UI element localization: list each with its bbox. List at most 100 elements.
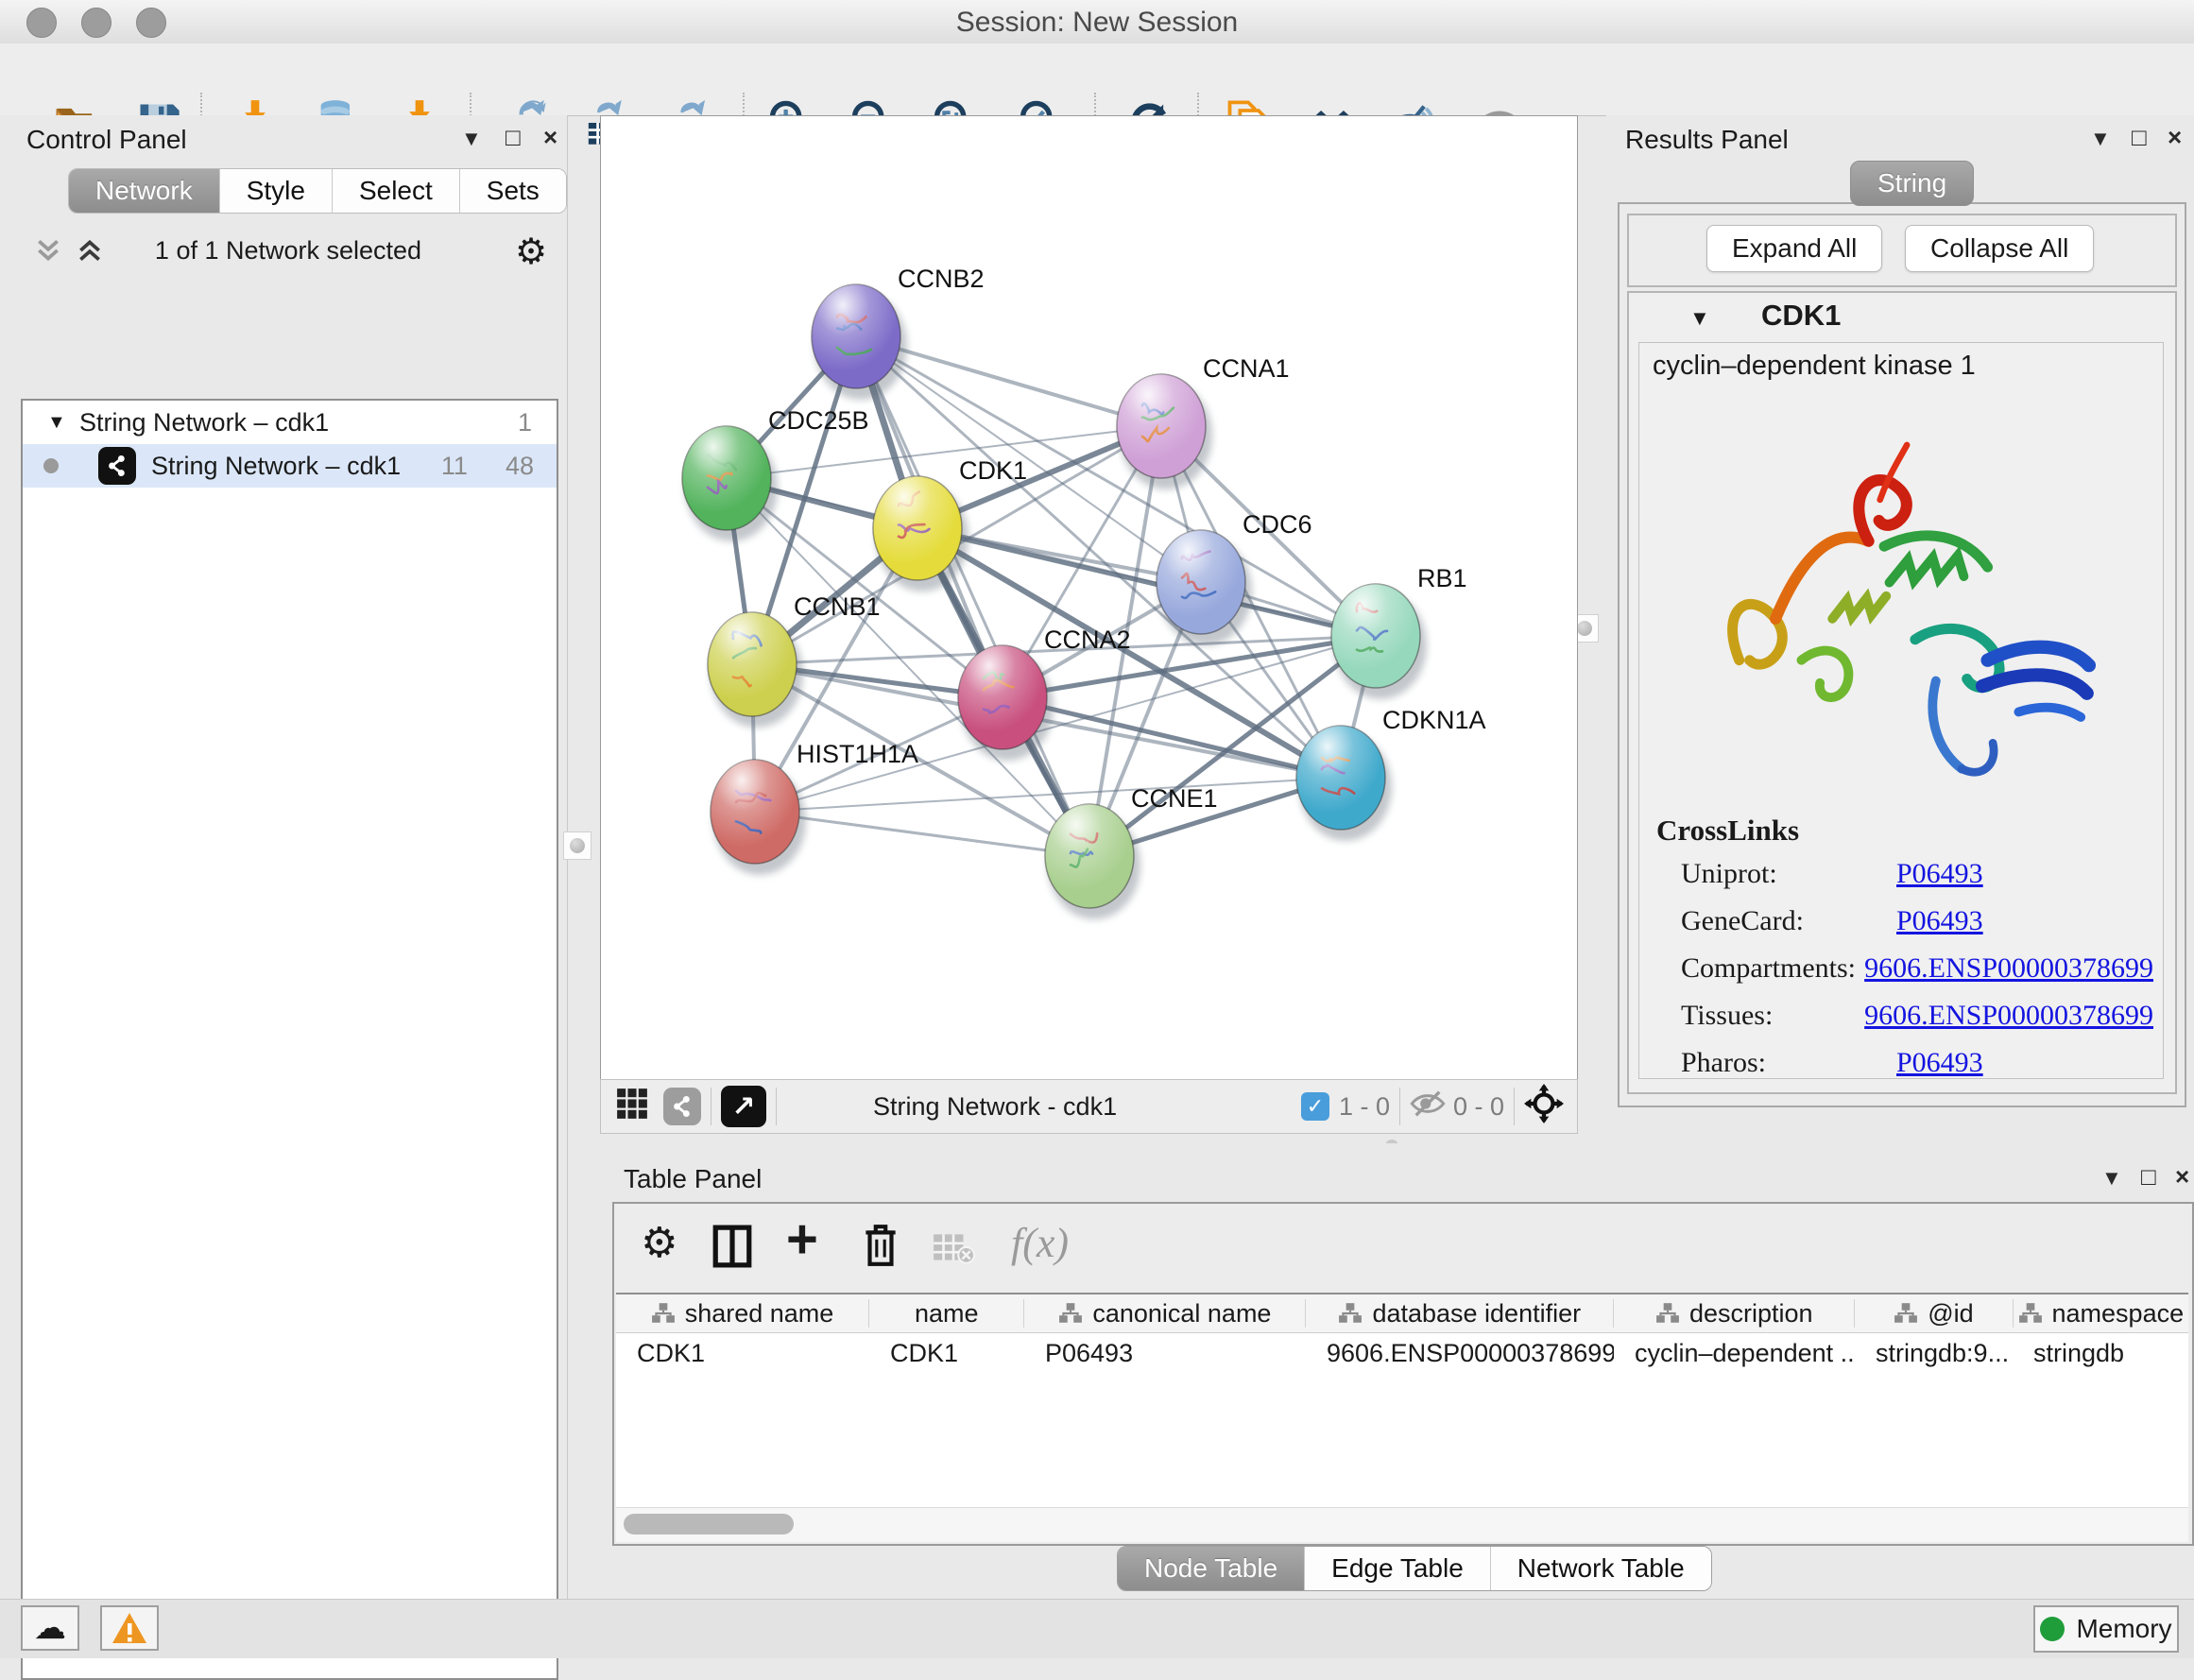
tab-string[interactable]: String [1850, 161, 1974, 206]
warning-button[interactable] [100, 1605, 159, 1651]
column-header-description[interactable]: description [1614, 1299, 1855, 1328]
table-cell[interactable]: stringdb:9... [1855, 1339, 2013, 1368]
table-tabs: Node TableEdge TableNetwork Table [1117, 1546, 1712, 1591]
node-CDKN1A[interactable]: CDKN1A [1296, 706, 1486, 841]
tab-node-table[interactable]: Node Table [1118, 1547, 1305, 1590]
protein-expander-icon[interactable]: ▼ [1689, 306, 1710, 331]
control-panel-close-icon[interactable]: × [543, 123, 557, 152]
cloud-button[interactable]: ☁ [21, 1605, 79, 1651]
node-CDK1[interactable]: CDK1 [873, 456, 1027, 591]
tab-style[interactable]: Style [220, 169, 333, 213]
node-CCNE1[interactable]: CCNE1 [1045, 784, 1218, 919]
table-cell[interactable]: CDK1 [616, 1339, 869, 1368]
node-table: shared name name canonical name database id… [616, 1293, 2188, 1510]
network-canvas[interactable]: CCNB2CCNA1CDC25BCDK1CDC6RB1CCNB1CCNA2CDK… [600, 115, 1578, 1081]
collapse-all-networks-icon[interactable] [34, 236, 62, 269]
tab-sets[interactable]: Sets [460, 169, 566, 213]
column-header-database-identifier[interactable]: database identifier [1306, 1299, 1614, 1328]
collection-expander-icon[interactable]: ▼ [47, 412, 79, 434]
node-label-CDC25B: CDC25B [768, 406, 869, 435]
protein-section: ▼ CDK1 cyclin–dependent kinase 1 [1627, 291, 2177, 1094]
table-cell[interactable]: cyclin–dependent ... [1614, 1339, 1855, 1368]
expand-all-networks-icon[interactable] [76, 236, 104, 269]
delete-column-trash-icon[interactable] [862, 1223, 900, 1273]
expand-all-button[interactable]: Expand All [1706, 225, 1882, 272]
control-panel-float-icon[interactable]: □ [506, 123, 521, 152]
crosslinks-list: Uniprot:P06493GeneCard:P06493Compartment… [1681, 858, 2153, 1094]
node-label-CCNA2: CCNA2 [1044, 626, 1131, 654]
warning-icon [111, 1611, 148, 1645]
table-panel-menu-icon[interactable]: ▼ [2101, 1166, 2122, 1191]
crosslink-label: Compartments: [1681, 952, 1864, 985]
column-header-namespace[interactable]: namespace [2014, 1299, 2188, 1328]
show-columns-icon[interactable] [712, 1225, 752, 1273]
birdseye-view-icon[interactable]: ↗ [721, 1086, 766, 1127]
network-row[interactable]: String Network – cdk1 11 48 [23, 444, 557, 488]
node-label-CCNB1: CCNB1 [794, 592, 881, 621]
control-panel-menu-icon[interactable]: ▼ [461, 127, 482, 151]
current-network-title: String Network - cdk1 [873, 1092, 1117, 1122]
status-bar: ☁ Memory [0, 1599, 2194, 1658]
crosslink-link[interactable]: P06493 [1896, 1047, 1983, 1079]
node-CDC6[interactable]: CDC6 [1157, 510, 1312, 645]
results-panel-float-icon[interactable]: □ [2132, 123, 2147, 152]
column-type-icon [2018, 1302, 2043, 1325]
table-header-row: shared name name canonical name database id… [616, 1293, 2188, 1333]
crosslink-link[interactable]: 9606.ENSP00000378699 [1864, 1000, 2153, 1032]
tab-network[interactable]: Network [69, 169, 220, 213]
node-label-CDC6: CDC6 [1243, 510, 1312, 539]
node-RB1[interactable]: RB1 [1331, 564, 1467, 699]
column-header--id[interactable]: @id [1855, 1299, 2013, 1328]
memory-button[interactable]: Memory [2033, 1605, 2179, 1653]
network-collection-row[interactable]: ▼ String Network – cdk1 1 [23, 401, 557, 444]
tab-select[interactable]: Select [333, 169, 460, 213]
function-builder-icon: f(x) [1011, 1219, 1069, 1267]
column-type-icon [1655, 1302, 1680, 1325]
table-cell[interactable]: 9606.ENSP00000378699 [1306, 1339, 1614, 1368]
node-label-CDKN1A: CDKN1A [1382, 706, 1486, 734]
network-graph[interactable]: CCNB2CCNA1CDC25BCDK1CDC6RB1CCNB1CCNA2CDK… [601, 116, 1577, 1080]
results-panel-menu-icon[interactable]: ▼ [2090, 127, 2111, 151]
node-CCNB2[interactable]: CCNB2 [812, 265, 985, 400]
column-header-shared-name[interactable]: shared name [616, 1299, 869, 1328]
create-column-icon[interactable]: + [786, 1208, 818, 1271]
scrollbar-thumb[interactable] [624, 1514, 794, 1534]
column-header-label: canonical name [1092, 1299, 1271, 1328]
crosslink-link[interactable]: 9606.ENSP00000378699 [1864, 952, 2153, 985]
tab-edge-table[interactable]: Edge Table [1305, 1547, 1491, 1590]
network-panel-gear-icon[interactable]: ⚙ [515, 231, 547, 273]
table-cell[interactable]: stringdb [2013, 1339, 2188, 1368]
memory-label: Memory [2076, 1614, 2171, 1644]
node-CDC25B[interactable]: CDC25B [682, 406, 869, 541]
table-cell[interactable]: P06493 [1024, 1339, 1306, 1368]
grid-view-icon[interactable] [616, 1088, 648, 1126]
column-header-label: namespace [2052, 1299, 2185, 1328]
table-panel: Table Panel ▼ □ × ⚙ + f(x) shared namena… [601, 1143, 2194, 1599]
crosslink-label: Pharos: [1681, 1047, 1896, 1079]
left-splitter-handle[interactable] [563, 831, 591, 860]
table-panel-close-icon[interactable]: × [2175, 1162, 2189, 1191]
column-header-name[interactable]: name [869, 1299, 1024, 1328]
column-header-canonical-name[interactable]: canonical name [1024, 1299, 1306, 1328]
results-panel-close-icon[interactable]: × [2168, 123, 2182, 152]
node-CCNA2[interactable]: CCNA2 [958, 626, 1131, 761]
column-type-icon [1894, 1302, 1918, 1325]
table-horizontal-scrollbar[interactable] [616, 1507, 2188, 1542]
edge-CCNB2-CCNE1[interactable] [856, 336, 1089, 856]
table-row[interactable]: CDK1CDK1P064939606.ENSP00000378699cyclin… [616, 1333, 2188, 1373]
table-cell[interactable]: CDK1 [869, 1339, 1024, 1368]
table-gear-icon[interactable]: ⚙ [641, 1219, 677, 1267]
tab-network-table[interactable]: Network Table [1491, 1547, 1711, 1590]
node-label-CDK1: CDK1 [959, 456, 1027, 485]
selected-checkbox-icon[interactable]: ✓ [1301, 1092, 1329, 1121]
collapse-all-button[interactable]: Collapse All [1905, 225, 2094, 272]
hidden-eye-slash-icon [1410, 1089, 1446, 1124]
crosslink-link[interactable]: P06493 [1896, 905, 1983, 937]
pan-crosshair-icon[interactable] [1524, 1084, 1564, 1130]
column-header-label: description [1689, 1299, 1813, 1328]
crosslink-link[interactable]: P06493 [1896, 858, 1983, 890]
crosslink-row: Uniprot:P06493 [1681, 858, 2153, 890]
network-share-icon[interactable] [663, 1088, 701, 1125]
column-header-label: name [915, 1299, 979, 1328]
table-panel-float-icon[interactable]: □ [2141, 1162, 2156, 1191]
